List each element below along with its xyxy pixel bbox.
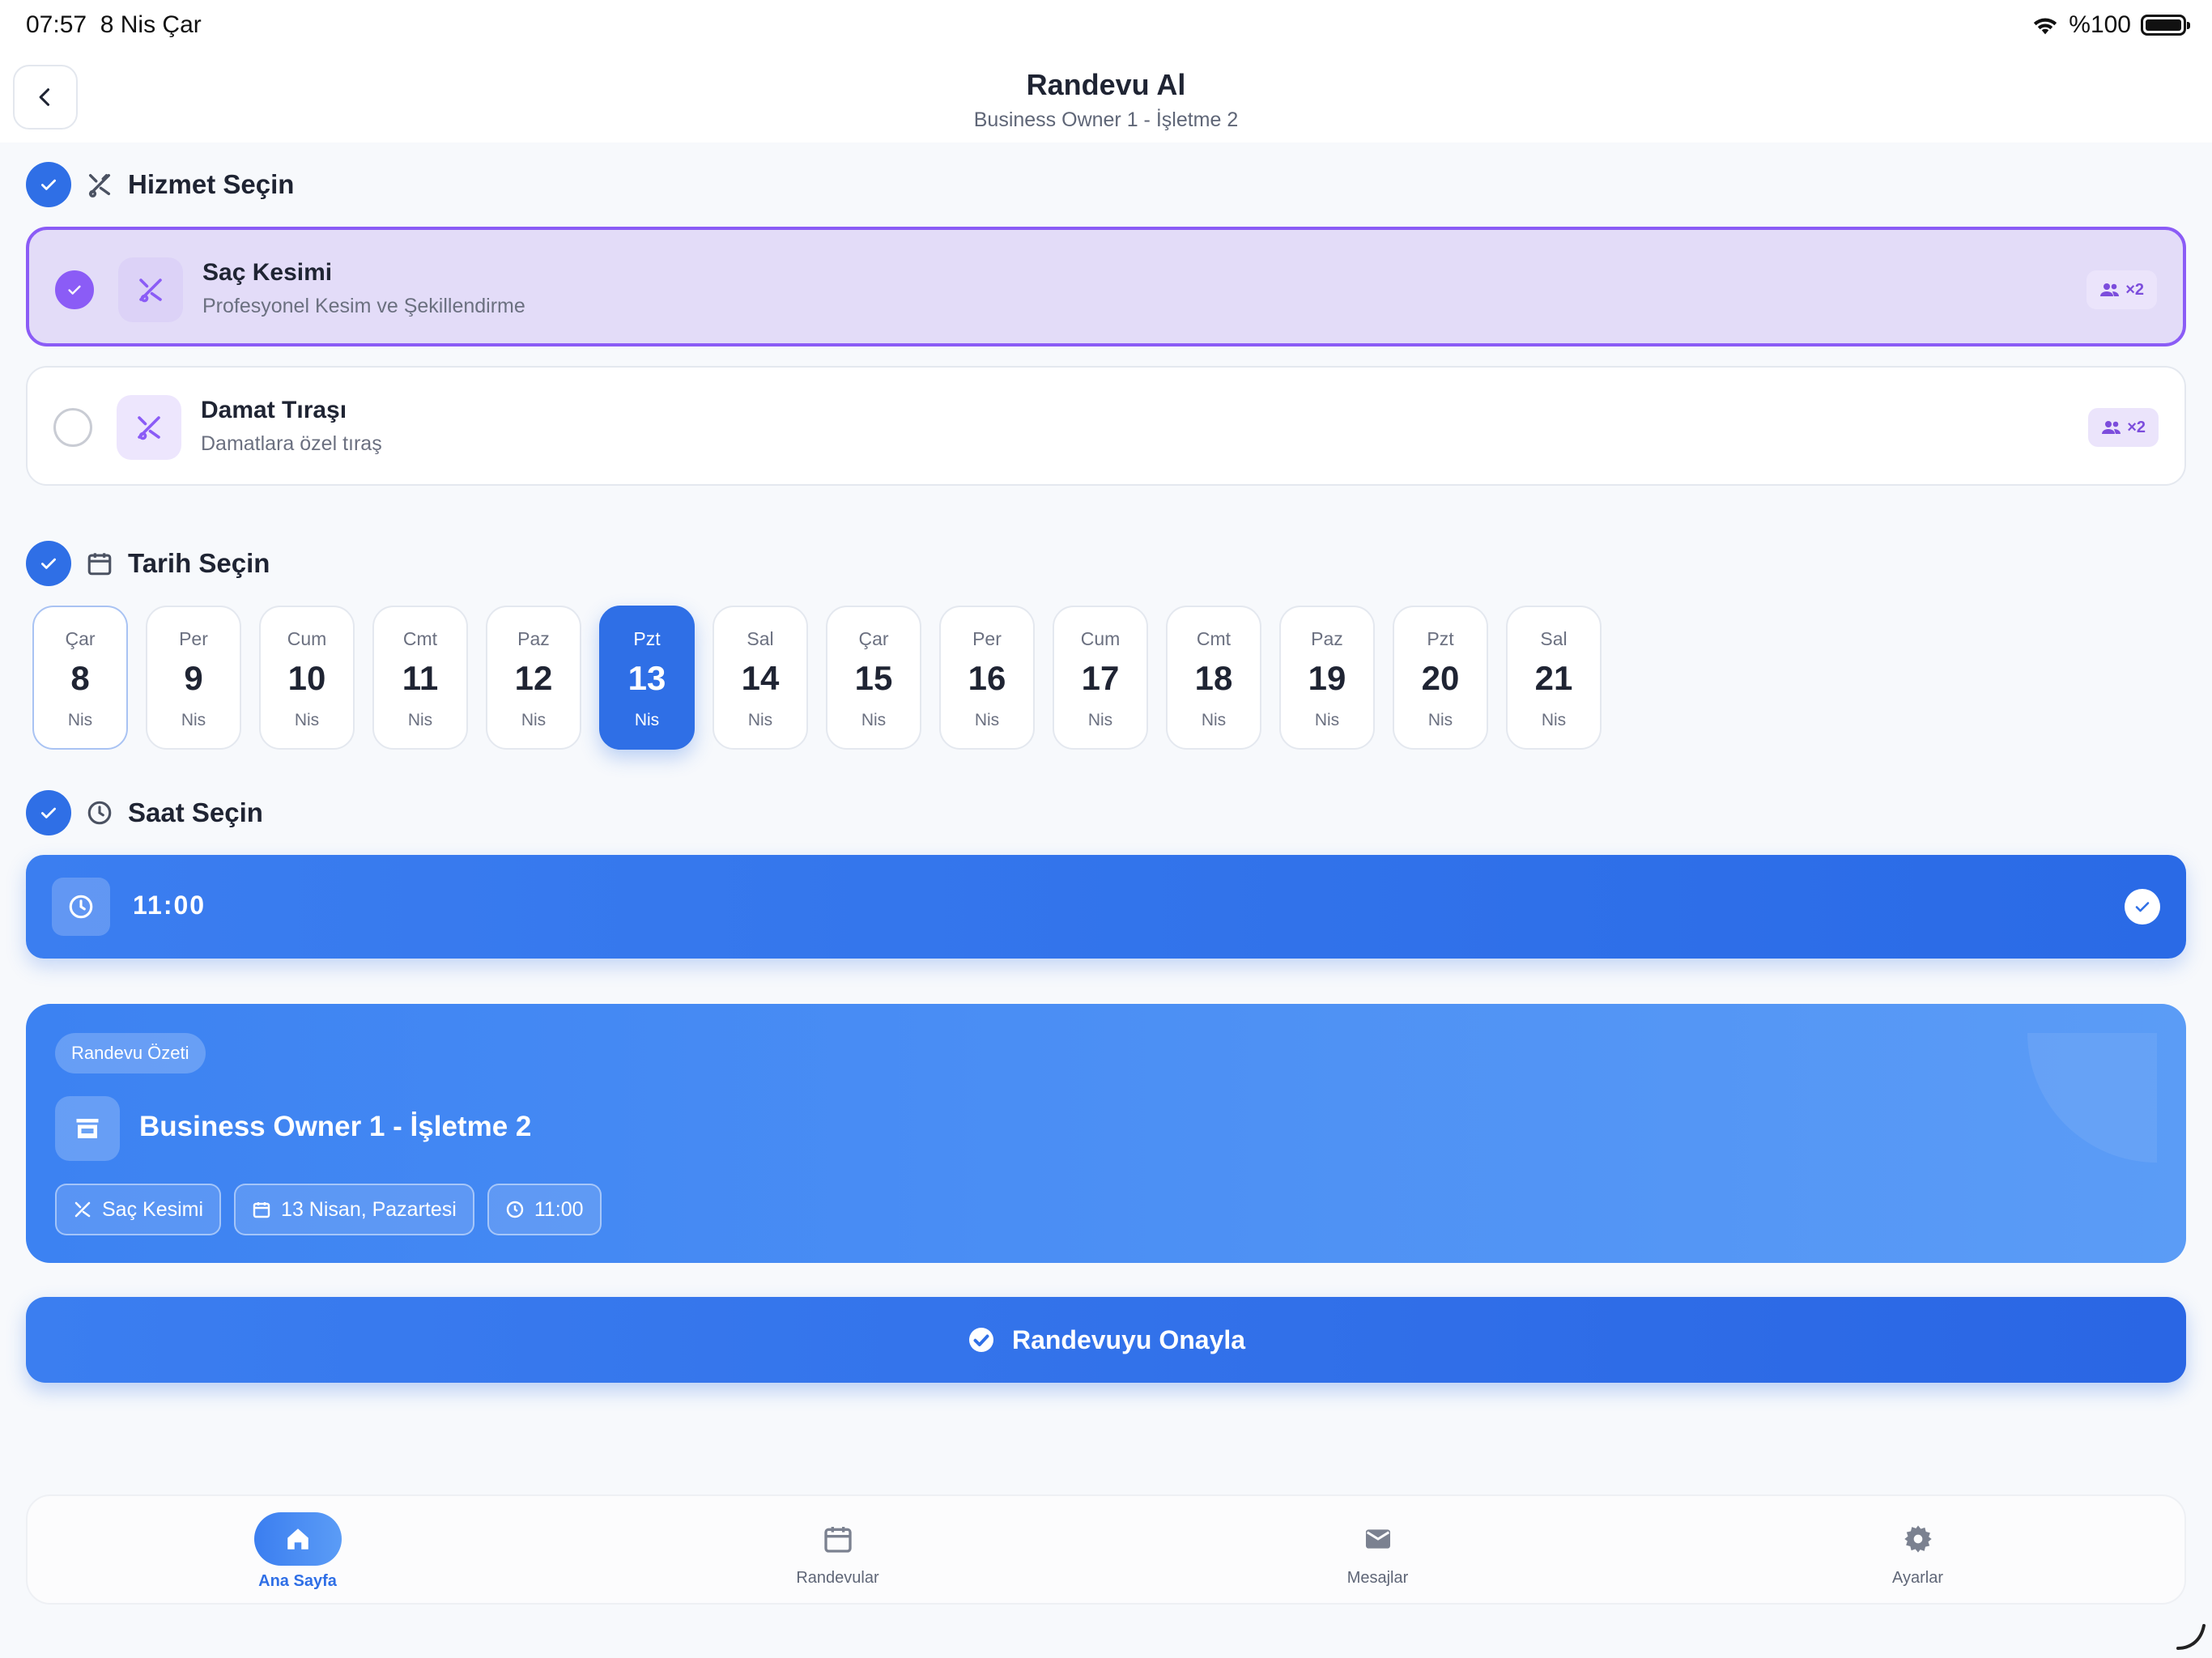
date-chip[interactable]: Pzt 20 Nis xyxy=(1393,606,1488,750)
clock-icon xyxy=(506,1201,524,1218)
date-chip[interactable]: Paz 12 Nis xyxy=(486,606,581,750)
check-icon xyxy=(26,790,71,835)
status-date: 8 Nis Çar xyxy=(100,11,202,38)
section-title: Tarih Seçin xyxy=(128,548,270,578)
date-chip[interactable]: Çar 8 Nis xyxy=(32,606,128,750)
badge-text: ×2 xyxy=(2125,280,2144,299)
scissors-icon xyxy=(88,173,111,198)
date-chip[interactable]: Cmt 11 Nis xyxy=(372,606,468,750)
tab-label: Randevular xyxy=(796,1569,879,1587)
appointment-summary: Randevu Özeti Business Owner 1 - İşletme… xyxy=(26,1004,2186,1263)
check-icon xyxy=(68,285,81,295)
date-chip[interactable]: Sal 14 Nis xyxy=(713,606,808,750)
decorative-shape xyxy=(2027,1033,2157,1163)
confirm-appointment-button[interactable]: Randevuyu Onayla xyxy=(26,1297,2186,1383)
mail-icon xyxy=(1334,1512,1422,1566)
clock-icon xyxy=(52,878,110,936)
scissors-icon xyxy=(74,1201,91,1218)
date-chip[interactable]: Cum 17 Nis xyxy=(1053,606,1148,750)
people-icon xyxy=(2102,421,2121,434)
service-name: Saç Kesimi xyxy=(202,259,333,286)
service-card-sac-kesimi[interactable]: Saç Kesimi Profesyonel Kesim ve Şekillen… xyxy=(26,227,2186,346)
capacity-badge: ×2 xyxy=(2087,270,2157,309)
tab-label: Mesajlar xyxy=(1346,1569,1409,1587)
page-title: Randevu Al xyxy=(1026,68,1186,101)
clock-text: 07:57 xyxy=(26,11,87,38)
badge-text: ×2 xyxy=(2127,418,2146,436)
section-title: Saat Seçin xyxy=(128,797,263,827)
check-circle-icon xyxy=(968,1328,993,1352)
calendar-icon xyxy=(87,553,112,576)
date-chip[interactable]: Per 16 Nis xyxy=(939,606,1035,750)
time-slot-selected[interactable]: 11:00 xyxy=(26,855,2186,959)
page-subtitle: Business Owner 1 - İşletme 2 xyxy=(973,108,1239,131)
section-service-header: Hizmet Seçin xyxy=(26,162,294,207)
tab-home[interactable]: Ana Sayfa xyxy=(28,1496,568,1606)
date-chip[interactable]: Per 9 Nis xyxy=(146,606,241,750)
date-chip[interactable]: Paz 19 Nis xyxy=(1279,606,1375,750)
tab-messages[interactable]: Mesajlar xyxy=(1108,1496,1648,1606)
section-title: Hizmet Seçin xyxy=(128,169,295,199)
date-chip[interactable]: Çar 15 Nis xyxy=(826,606,921,750)
resize-handle-icon xyxy=(2176,1624,2206,1650)
calendar-icon xyxy=(253,1202,270,1218)
people-icon xyxy=(2100,283,2120,296)
tab-appointments[interactable]: Randevular xyxy=(568,1496,1108,1606)
store-icon xyxy=(55,1096,120,1161)
tag-text: 13 Nisan, Pazartesi xyxy=(281,1197,457,1221)
tag-text: 11:00 xyxy=(534,1197,584,1221)
section-date-header: Tarih Seçin xyxy=(26,541,270,586)
calendar-icon xyxy=(794,1512,882,1566)
bottom-tab-bar: Ana Sayfa Randevular Mesajlar Ayarlar xyxy=(26,1494,2186,1605)
tab-settings[interactable]: Ayarlar xyxy=(1648,1496,2188,1606)
radio-selected[interactable] xyxy=(55,270,94,309)
home-icon xyxy=(253,1512,342,1566)
scissors-icon xyxy=(118,257,183,322)
check-icon xyxy=(26,541,71,586)
clock-icon xyxy=(87,801,112,825)
date-chip-selected[interactable]: Pzt 13 Nis xyxy=(599,606,695,750)
battery-icon xyxy=(2141,15,2190,36)
summary-pill: Randevu Özeti xyxy=(55,1033,206,1073)
section-time-header: Saat Seçin xyxy=(26,790,263,835)
capacity-badge: ×2 xyxy=(2088,408,2159,447)
status-bar: 07:57 8 Nis Çar %100 xyxy=(0,0,2212,52)
gear-icon xyxy=(1874,1512,1962,1566)
status-time: 07:57 8 Nis Çar xyxy=(26,11,202,39)
service-name: Damat Tıraşı xyxy=(201,397,347,423)
summary-tags: Saç Kesimi 13 Nisan, Pazartesi 11:00 xyxy=(55,1184,602,1235)
date-chip[interactable]: Cmt 18 Nis xyxy=(1166,606,1261,750)
service-description: Damatlara özel tıraş xyxy=(201,432,382,455)
date-selector: Çar 8 Nis Per 9 Nis Cum 10 Nis Cmt 11 Nis Paz 12 N… xyxy=(32,606,1602,750)
summary-business-name: Business Owner 1 - İşletme 2 xyxy=(139,1111,532,1142)
wifi-icon xyxy=(2034,18,2057,35)
summary-tag-date: 13 Nisan, Pazartesi xyxy=(234,1184,474,1235)
service-card-damat-tirasi[interactable]: Damat Tıraşı Damatlara özel tıraş ×2 xyxy=(26,366,2186,486)
date-chip[interactable]: Cum 10 Nis xyxy=(259,606,355,750)
date-chip[interactable]: Sal 21 Nis xyxy=(1506,606,1602,750)
check-icon xyxy=(2125,889,2160,925)
time-slot-label: 11:00 xyxy=(133,891,206,920)
check-icon xyxy=(26,162,71,207)
summary-tag-service: Saç Kesimi xyxy=(55,1184,222,1235)
service-description: Profesyonel Kesim ve Şekillendirme xyxy=(202,295,525,317)
tab-label: Ayarlar xyxy=(1892,1569,1943,1587)
summary-tag-time: 11:00 xyxy=(487,1184,602,1235)
tab-label: Ana Sayfa xyxy=(258,1572,337,1590)
page-header: Randevu Al Business Owner 1 - İşletme 2 xyxy=(0,52,2212,142)
battery-percent: %100 xyxy=(2069,11,2131,38)
tag-text: Saç Kesimi xyxy=(102,1197,204,1221)
confirm-label: Randevuyu Onayla xyxy=(1011,1324,1246,1354)
radio-unselected[interactable] xyxy=(53,408,92,447)
status-right: %100 xyxy=(2031,11,2190,39)
scissors-icon xyxy=(117,395,181,460)
